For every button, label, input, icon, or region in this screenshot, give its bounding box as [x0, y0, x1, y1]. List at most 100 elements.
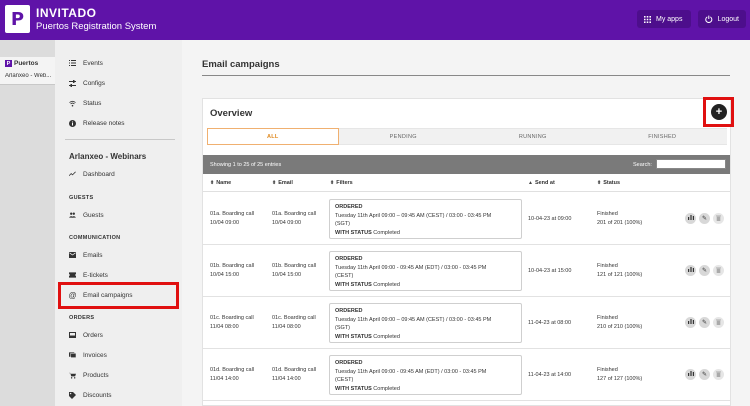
column-label: Filters	[336, 180, 353, 186]
column-email[interactable]: ⬍ Email	[272, 180, 293, 186]
stats-button[interactable]	[685, 213, 696, 224]
tab-finished[interactable]: FINISHED	[597, 128, 727, 145]
sort-icon: ⬍	[210, 180, 215, 186]
table-row[interactable]: 01b. Boarding call 10/04 15:00 01b. Board…	[203, 245, 730, 297]
edit-button[interactable]: ✎	[699, 265, 710, 276]
delete-button[interactable]	[713, 213, 724, 224]
logout-button[interactable]: Logout	[698, 10, 746, 28]
stats-button[interactable]	[685, 317, 696, 328]
filter-line: Tuesday 11th April 09:00 – 09:45 AM (CES…	[335, 316, 492, 323]
campaign-email: 01c. Boarding call 11/04 08:00	[272, 315, 316, 330]
edit-button[interactable]: ✎	[699, 369, 710, 380]
trash-icon	[716, 267, 721, 275]
envelope-icon	[69, 252, 76, 259]
sidebar-item-emails[interactable]: Emails	[55, 245, 182, 265]
my-apps-button[interactable]: My apps	[637, 10, 691, 28]
puertos-icon: P	[5, 60, 12, 67]
pencil-icon: ✎	[701, 268, 708, 274]
app-subtitle: Puertos Registration System	[36, 21, 157, 32]
column-name[interactable]: ⬍ Name	[210, 180, 231, 186]
sidebar-item-discounts[interactable]: Discounts	[55, 385, 182, 405]
sidebar-item-products[interactable]: Products	[55, 365, 182, 385]
stats-button[interactable]	[685, 369, 696, 380]
campaign-name: 01d. Boarding call 11/04 14:00	[210, 367, 255, 382]
table-row[interactable]: 01d. Boarding call 11/04 14:00 01d. Board…	[203, 349, 730, 401]
sidebar-item-label: Invoices	[83, 351, 107, 359]
bar-chart-icon	[687, 319, 694, 326]
tab-pending[interactable]: PENDING	[338, 128, 468, 145]
column-status[interactable]: ⬍ Status	[597, 180, 620, 186]
campaign-email: 01d. Boarding call 11/04 14:00	[272, 367, 317, 382]
sidebar-item-release-notes[interactable]: Release notes	[55, 113, 182, 133]
overview-card: Overview ALL PENDING RUNNING FINISHED Sh…	[202, 98, 731, 406]
send-at: 11-04-23 at 08:00	[528, 320, 572, 326]
column-send-at[interactable]: ▲ Send at	[528, 180, 555, 186]
filter-heading: ORDERED	[335, 256, 363, 262]
edit-button[interactable]: ✎	[699, 213, 710, 224]
sidebar-item-orders[interactable]: Orders	[55, 325, 182, 345]
event-tag: P Puertos	[5, 60, 38, 67]
sidebar-item-label: E-tickets	[83, 271, 108, 279]
sidebar-item-events[interactable]: Events	[55, 53, 182, 73]
campaign-email: 01a. Boarding call 10/04 09:00	[272, 211, 317, 226]
app-logo[interactable]: P	[5, 5, 30, 33]
tab-all[interactable]: ALL	[207, 128, 339, 145]
filter-heading: ORDERED	[335, 360, 363, 366]
top-bar: P INVITADO Puertos Registration System M…	[0, 0, 750, 40]
table-header: ⬍ Name ⬍ Email ⬍ Filters ▲ Send at ⬍ Status	[203, 175, 730, 192]
sidebar-item-dashboard[interactable]: Dashboard	[55, 164, 182, 184]
trash-icon	[716, 319, 721, 327]
sidebar-item-guests[interactable]: Guests	[55, 205, 182, 225]
filter-box: ORDERED Tuesday 11th April 09:00 - 09:45…	[329, 355, 522, 395]
app-name: INVITADO	[36, 6, 97, 20]
event-switcher-item[interactable]: P Puertos Arlanxeo - Web...	[0, 57, 55, 85]
row-actions: ✎	[685, 265, 724, 276]
row-actions: ✎	[685, 317, 724, 328]
filter-line: Tuesday 11th April 09:00 - 09:45 AM (EDT…	[335, 264, 487, 271]
stats-button[interactable]	[685, 265, 696, 276]
table-row[interactable]: 01a. Boarding call 10/04 09:00 01a. Board…	[203, 193, 730, 245]
send-at: 11-04-23 at 14:00	[528, 372, 572, 378]
email-campaigns-highlight	[58, 282, 179, 309]
search-input[interactable]	[656, 159, 726, 169]
table-row[interactable]: 01c. Boarding call 11/04 08:00 01c. Board…	[203, 297, 730, 349]
add-button-highlight	[703, 97, 734, 127]
sidebar-item-label: Discounts	[83, 391, 112, 399]
filter-status: WITH STATUS Completed	[335, 229, 400, 236]
column-filters[interactable]: ⬍ Filters	[330, 180, 353, 186]
info-icon	[69, 119, 76, 127]
sidebar-item-configs[interactable]: Configs	[55, 73, 182, 93]
sort-icon: ⬍	[597, 180, 602, 186]
tab-running[interactable]: RUNNING	[468, 128, 598, 145]
campaign-name: 01b. Boarding call 10/04 15:00	[210, 263, 255, 278]
delete-button[interactable]	[713, 369, 724, 380]
my-apps-label: My apps	[656, 15, 683, 23]
delete-button[interactable]	[713, 265, 724, 276]
row-actions: ✎	[685, 213, 724, 224]
campaign-status: Finished 127 of 127 (100%)	[597, 367, 643, 382]
campaign-status: Finished 201 of 201 (100%)	[597, 211, 643, 226]
filter-heading: ORDERED	[335, 308, 363, 314]
title-divider	[202, 75, 730, 76]
sidebar-item-label: Emails	[83, 251, 103, 259]
event-title: Arlanxeo - Web...	[5, 73, 52, 79]
filter-line: (CEST)	[335, 377, 354, 383]
column-label: Status	[603, 180, 621, 186]
status-tabs: ALL PENDING RUNNING FINISHED	[207, 128, 727, 145]
campaign-name: 01a. Boarding call 10/04 09:00	[210, 211, 255, 226]
sort-icon: ⬍	[272, 180, 277, 186]
delete-button[interactable]	[713, 317, 724, 328]
ticket-icon	[69, 272, 76, 279]
sidebar-item-label: Events	[83, 59, 103, 67]
trend-icon	[69, 171, 76, 178]
sidebar-item-invoices[interactable]: Invoices	[55, 345, 182, 365]
campaign-name: 01c. Boarding call 11/04 08:00	[210, 315, 254, 330]
section-guests: GUESTS	[69, 195, 94, 201]
section-orders: ORDERS	[69, 315, 95, 321]
filter-line: (CEST)	[335, 273, 354, 279]
edit-button[interactable]: ✎	[699, 317, 710, 328]
row-actions: ✎	[685, 369, 724, 380]
sort-asc-icon: ▲	[528, 180, 533, 186]
filter-status: WITH STATUS Completed	[335, 385, 400, 392]
sidebar-item-status[interactable]: Status	[55, 93, 182, 113]
